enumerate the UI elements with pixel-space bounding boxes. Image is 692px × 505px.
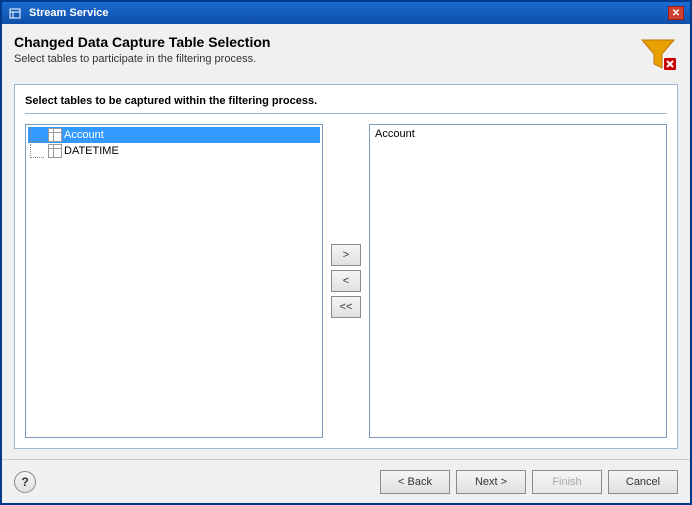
content-area: Changed Data Capture Table Selection Sel… [2,24,690,459]
sub-title: Select tables to participate in the filt… [14,53,638,65]
table-icon [48,128,62,142]
app-icon [8,5,24,21]
list-item[interactable]: Account [28,127,320,143]
left-panel[interactable]: Account DATETIME [25,124,323,438]
header-text: Changed Data Capture Table Selection Sel… [14,34,638,65]
window-title: Stream Service [29,7,109,19]
next-button[interactable]: Next > [456,470,526,494]
list-item[interactable]: DATETIME [28,143,320,159]
list-item[interactable]: Account [372,127,664,141]
close-button[interactable]: ✕ [668,6,684,20]
header-section: Changed Data Capture Table Selection Sel… [14,34,678,74]
item-label: Account [375,128,415,140]
finish-button[interactable]: Finish [532,470,602,494]
title-bar-left: Stream Service [8,5,109,21]
help-button[interactable]: ? [14,471,36,493]
tree-connector [30,128,44,142]
table-icon [48,144,62,158]
tree-connector [30,144,44,158]
main-window: Stream Service ✕ Changed Data Capture Ta… [0,0,692,505]
section-label: Select tables to be captured within the … [25,95,667,114]
footer: ? < Back Next > Finish Cancel [2,459,690,503]
move-right-button[interactable]: > [331,244,361,266]
section-box: Select tables to be captured within the … [14,84,678,449]
back-button[interactable]: < Back [380,470,450,494]
filter-icon [638,34,678,74]
cancel-button[interactable]: Cancel [608,470,678,494]
move-all-left-button[interactable]: << [331,296,361,318]
footer-left: ? [14,471,36,493]
move-left-button[interactable]: < [331,270,361,292]
transfer-buttons: > < << [323,124,369,438]
item-label: DATETIME [64,145,119,157]
main-title: Changed Data Capture Table Selection [14,34,638,50]
footer-right: < Back Next > Finish Cancel [380,470,678,494]
title-bar: Stream Service ✕ [2,2,690,24]
right-panel[interactable]: Account [369,124,667,438]
tables-area: Account DATETIME > < << [25,124,667,438]
item-label: Account [64,129,104,141]
